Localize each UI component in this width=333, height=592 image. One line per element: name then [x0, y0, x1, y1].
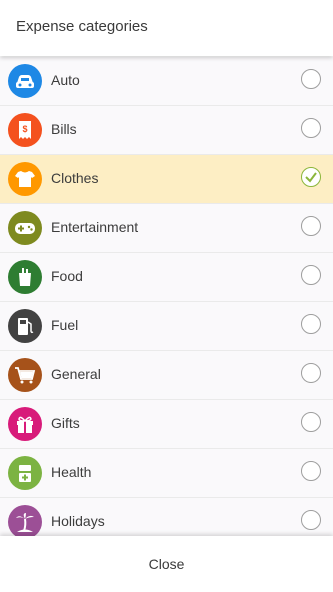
- category-row-gifts[interactable]: Gifts: [0, 400, 333, 449]
- category-row-general[interactable]: General: [0, 351, 333, 400]
- category-label: General: [51, 366, 101, 382]
- dialog-header: Expense categories: [0, 0, 333, 56]
- shopping-cart-icon: [8, 358, 42, 392]
- category-row-health[interactable]: Health: [0, 449, 333, 498]
- category-row-food[interactable]: Food: [0, 253, 333, 302]
- dialog-title: Expense categories: [16, 18, 148, 35]
- svg-text:$: $: [22, 124, 27, 134]
- category-label: Gifts: [51, 415, 80, 431]
- shirt-icon: [8, 162, 42, 196]
- category-radio[interactable]: [301, 265, 321, 285]
- category-label: Entertainment: [51, 219, 139, 235]
- category-label: Health: [51, 464, 92, 480]
- category-row-bills[interactable]: $ Bills: [0, 106, 333, 155]
- category-radio[interactable]: [301, 69, 321, 89]
- category-label: Auto: [51, 72, 80, 88]
- category-row-clothes[interactable]: Clothes: [0, 155, 333, 204]
- category-radio[interactable]: [301, 461, 321, 481]
- gift-icon: [8, 407, 42, 441]
- category-label: Bills: [51, 121, 77, 137]
- category-radio[interactable]: [301, 412, 321, 432]
- receipt-icon: $: [8, 113, 42, 147]
- category-radio[interactable]: [301, 363, 321, 383]
- category-row-auto[interactable]: Auto: [0, 57, 333, 106]
- fuel-pump-icon: [8, 309, 42, 343]
- category-label: Holidays: [51, 513, 105, 529]
- category-label: Fuel: [51, 317, 79, 333]
- category-radio[interactable]: [301, 216, 321, 236]
- category-label: Clothes: [51, 170, 99, 186]
- category-row-entertainment[interactable]: Entertainment: [0, 204, 333, 253]
- category-list: Auto $ Bills Clothes Entertainment Food …: [0, 57, 333, 547]
- dialog-footer: Close: [0, 536, 333, 592]
- gamepad-icon: [8, 211, 42, 245]
- category-radio[interactable]: [301, 510, 321, 530]
- category-radio[interactable]: [301, 118, 321, 138]
- check-icon: [305, 172, 317, 183]
- category-row-fuel[interactable]: Fuel: [0, 302, 333, 351]
- grocery-bag-icon: [8, 260, 42, 294]
- category-label: Food: [51, 268, 83, 284]
- palm-tree-icon: [8, 505, 42, 539]
- car-icon: [8, 64, 42, 98]
- category-radio-checked[interactable]: [301, 167, 321, 187]
- category-radio[interactable]: [301, 314, 321, 334]
- medical-icon: [8, 456, 42, 490]
- close-button[interactable]: Close: [0, 536, 333, 592]
